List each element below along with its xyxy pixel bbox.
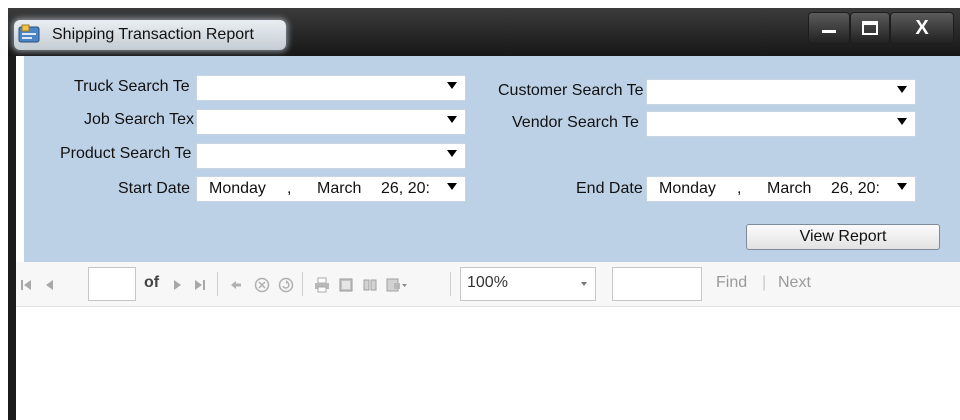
next-page-icon[interactable]	[173, 279, 183, 291]
parameters-panel: Truck Search Te Job Search Tex Product S…	[24, 56, 960, 262]
product-search-label: Product Search Te	[60, 145, 192, 162]
back-arrow-icon[interactable]	[230, 279, 242, 291]
title-bar[interactable]: Shipping Transaction Report X	[8, 8, 960, 56]
job-search-combo[interactable]	[196, 109, 466, 135]
truck-search-label: Truck Search Te	[74, 78, 190, 95]
page-setup-icon[interactable]	[362, 277, 378, 293]
window-title: Shipping Transaction Report	[52, 26, 254, 43]
previous-page-icon[interactable]	[44, 279, 54, 291]
toolbar-divider	[450, 272, 451, 296]
start-date-picker[interactable]: Monday , March 26, 20:	[196, 176, 466, 202]
start-date-separator: ,	[287, 180, 292, 197]
end-date-separator: ,	[737, 180, 742, 197]
page-of-label: of	[144, 274, 160, 291]
report-app-icon	[18, 24, 40, 43]
report-toolbar: of 100% Find | Next	[16, 262, 960, 307]
product-search-combo[interactable]	[196, 143, 466, 169]
chevron-down-icon	[447, 150, 457, 157]
maximize-button[interactable]	[850, 12, 890, 44]
job-search-label: Job Search Tex	[84, 111, 194, 128]
end-date-day-year: 26, 20:	[831, 180, 880, 197]
zoom-select[interactable]: 100%	[460, 267, 596, 301]
refresh-icon[interactable]	[278, 277, 294, 293]
chevron-down-icon	[447, 82, 457, 89]
find-next-divider: |	[762, 274, 767, 291]
start-date-month: March	[317, 180, 362, 197]
minimize-icon	[822, 30, 836, 33]
find-link[interactable]: Find	[716, 274, 747, 292]
first-page-icon[interactable]	[20, 279, 32, 291]
minimize-button[interactable]	[808, 12, 850, 44]
close-icon: X	[915, 16, 929, 39]
chevron-down-icon	[447, 183, 457, 190]
zoom-value: 100%	[467, 274, 508, 291]
report-viewer-area[interactable]	[16, 307, 960, 420]
vendor-search-label: Vendor Search Te	[512, 114, 639, 131]
end-date-month: March	[767, 180, 812, 197]
chevron-down-icon	[897, 183, 907, 190]
chevron-down-icon	[447, 116, 457, 123]
end-date-picker[interactable]: Monday , March 26, 20:	[646, 176, 916, 202]
stop-icon[interactable]	[254, 277, 270, 293]
report-window: Shipping Transaction Report X Truck Sear…	[8, 8, 960, 420]
start-date-label: Start Date	[118, 180, 191, 197]
last-page-icon[interactable]	[194, 279, 206, 291]
end-date-label: End Date	[576, 180, 643, 197]
end-date-weekday: Monday	[659, 180, 716, 197]
vendor-search-combo[interactable]	[646, 111, 916, 137]
maximize-icon	[862, 21, 878, 35]
print-layout-icon[interactable]	[338, 277, 354, 293]
export-icon[interactable]	[386, 277, 408, 293]
print-icon[interactable]	[314, 277, 330, 293]
toolbar-divider	[302, 272, 303, 296]
next-link[interactable]: Next	[778, 274, 811, 292]
page-number-input[interactable]	[88, 267, 136, 301]
window-client-area: Truck Search Te Job Search Tex Product S…	[16, 56, 960, 420]
close-button[interactable]: X	[890, 12, 954, 44]
find-text-input[interactable]	[612, 267, 702, 301]
toolbar-divider	[217, 272, 218, 296]
chevron-down-icon	[897, 86, 907, 93]
truck-search-combo[interactable]	[196, 75, 466, 101]
chevron-down-icon	[581, 282, 587, 286]
chevron-down-icon	[897, 118, 907, 125]
start-date-day-year: 26, 20:	[381, 180, 430, 197]
customer-search-combo[interactable]	[646, 79, 916, 105]
start-date-weekday: Monday	[209, 180, 266, 197]
view-report-button[interactable]: View Report	[746, 224, 940, 250]
customer-search-label: Customer Search Te	[498, 82, 644, 99]
